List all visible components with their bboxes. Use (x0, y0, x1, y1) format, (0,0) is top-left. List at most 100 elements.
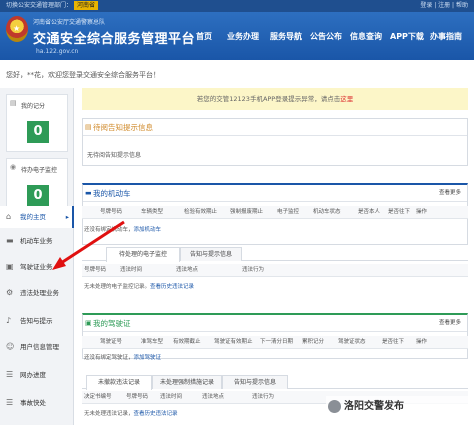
sidebar-item-label: 违法处理业务 (20, 289, 59, 297)
site-url: ha.122.gov.cn (36, 48, 79, 55)
column-header: 是否本人 (358, 209, 381, 215)
vehicle-empty-text: 还没有绑定机动车， (84, 227, 134, 233)
sidebar-item-accident[interactable]: ☰ 事故快处 (0, 392, 73, 414)
license-header: ▣ 我的驾驶证 查看更多 (83, 315, 467, 332)
sidebar-item-label: 驾驶证业务 (20, 263, 53, 271)
pending-header: ▤ 待阅告知提示信息 (83, 119, 467, 136)
nav-query[interactable]: 信息查询 (350, 31, 382, 42)
nav-guide[interactable]: 服务导航 (270, 31, 302, 42)
tab-unpaid[interactable]: 未撤款违法记录 (86, 375, 152, 390)
sidebar-item-user[interactable]: ☺ 用户信息管理 (0, 336, 73, 358)
column-header: 车辆类型 (141, 209, 164, 215)
top-strip: 切换公安交通管理部门： 河南省 登录 | 注册 | 帮助 (0, 0, 474, 12)
sidebar-item-progress[interactable]: ☰ 网办进度 (0, 364, 73, 386)
account-links[interactable]: 登录 | 注册 | 帮助 (420, 0, 468, 12)
vehicle-empty: 还没有绑定机动车，添加机动车 (84, 224, 161, 237)
nav-notice[interactable]: 公告公布 (310, 31, 342, 42)
column-header: 操作 (416, 339, 428, 345)
violation-history-link[interactable]: 查看历史违法记录 (134, 411, 178, 417)
vehicle-title: 我的机动车 (93, 189, 131, 198)
column-header: 违法时间 (160, 394, 183, 400)
sidebar-item-label: 我的主页 (20, 213, 46, 221)
tab-monitor[interactable]: 待处理的电子监控 (106, 247, 180, 262)
region-label: 切换公安交通管理部门： (6, 2, 73, 9)
wechat-icon (328, 400, 341, 413)
license-tabs: 未撤款违法记录 未处理强制措施记录 告知与提示信息 (82, 375, 468, 390)
car-icon: ▬ (85, 189, 92, 197)
monitor-empty-row: 无未处理的电子监控记录。查看历史违法记录 (82, 281, 468, 293)
nav-business[interactable]: 业务办理 (227, 31, 259, 42)
tab-vehicle-notice[interactable]: 告知与提示信息 (180, 247, 242, 261)
camera-value: 0 (27, 185, 49, 207)
sidebar-item-label: 用户信息管理 (20, 343, 59, 351)
pending-title: 待阅告知提示信息 (93, 123, 153, 132)
column-header: 违法行为 (252, 394, 275, 400)
column-header: 驾驶证有效期止 (214, 339, 253, 345)
violation-empty: 无未处理违法记录，查看历史违法记录 (84, 408, 178, 421)
user-icon: ☺ (6, 342, 15, 351)
monitor-empty: 无未处理的电子监控记录。查看历史违法记录 (84, 281, 194, 294)
license-icon: ▣ (85, 319, 92, 327)
license-more-link[interactable]: 查看更多 (439, 315, 461, 332)
nav-app[interactable]: APP下载 (390, 31, 424, 42)
sidebar-item-vehicle[interactable]: ▬ 机动车业务 (0, 230, 73, 252)
camera-label: 待办电子监控 (21, 167, 58, 174)
watermark-text: 洛阳交警发布 (344, 401, 404, 412)
site-header: ★ 河南省公安厅交通警察总队 交通安全综合服务管理平台 ha.122.gov.c… (0, 12, 474, 60)
score-label: 我的记分 (21, 103, 46, 110)
column-header: 驾驶证状态 (338, 339, 366, 345)
tab-measures[interactable]: 未处理强制措施记录 (152, 375, 222, 389)
sidebar-item-violation[interactable]: ⚙ 违法处理业务 (0, 282, 73, 304)
score-icon: ▤ (10, 99, 17, 107)
column-header: 强制报废期止 (230, 209, 264, 215)
vehicle-empty-row: 还没有绑定机动车，添加机动车 (82, 224, 468, 236)
column-header: 号牌号码 (84, 267, 107, 273)
add-license-link[interactable]: 添加驾驶证 (134, 355, 162, 361)
nav-handbook[interactable]: 办事指南 (430, 31, 462, 42)
clipboard-icon: ▤ (85, 123, 92, 131)
notice-link[interactable]: 这里 (340, 95, 353, 103)
sidebar-item-license[interactable]: ▣ 驾驶证业务 (0, 256, 73, 278)
license-table-header: 驾驶证号 准驾车型 有效期截止 驾驶证有效期止 下一清分日期 累积记分 驾驶证状… (82, 336, 468, 349)
license-icon: ▣ (6, 262, 14, 271)
watermark: 洛阳交警发布 (326, 396, 472, 418)
home-icon: ⌂ (6, 212, 12, 221)
column-header: 决定书编号 (84, 394, 112, 400)
score-card[interactable]: ▤ 我的记分 0 (6, 94, 68, 152)
column-header: 准驾车型 (141, 339, 164, 345)
sidebar-item-label: 事故快处 (20, 399, 46, 407)
sidebar-item-home[interactable]: ⌂ 我的主页 ▸ (0, 206, 74, 228)
pending-empty: 无待阅告知提示信息 (87, 152, 142, 159)
notice-text: 若您的交管12123手机APP登录提示异常，请点击 (196, 95, 341, 103)
column-header: 有效期截止 (173, 339, 201, 345)
license-title: 我的驾驶证 (93, 319, 131, 328)
gear-icon: ⚙ (6, 288, 14, 297)
column-header: 下一清分日期 (260, 339, 294, 345)
vehicle-table-header: 号牌号码 车辆类型 检验有效期止 强制报废期止 电子监控 机动车状态 是否本人 … (82, 206, 468, 219)
vehicle-header: ▬ 我的机动车 查看更多 (83, 185, 467, 202)
tab-license-notice[interactable]: 告知与提示信息 (222, 375, 288, 389)
site-subtitle: 河南省公安厅交通警察总队 (33, 19, 106, 26)
violation-empty-text: 无未处理违法记录， (84, 411, 134, 417)
column-header: 号牌号码 (126, 394, 149, 400)
add-vehicle-link[interactable]: 添加机动车 (134, 227, 162, 233)
column-header: 号牌号码 (100, 209, 123, 215)
province-badge[interactable]: 河南省 (73, 1, 98, 10)
list-icon: ☰ (6, 398, 14, 407)
nav-home[interactable]: 首页 (196, 31, 212, 42)
sidebar-item-label: 网办进度 (20, 371, 46, 379)
vehicle-tabs: 待处理的电子监控 告知与提示信息 (82, 247, 468, 262)
sidebar: ▤ 我的记分 0 ◉ 待办电子监控 0 ⌂ 我的主页 ▸ ▬ 机动车业务 ▣ 驾… (0, 88, 74, 425)
column-header: 电子监控 (277, 209, 300, 215)
score-value: 0 (27, 121, 49, 143)
car-icon: ▬ (6, 236, 14, 245)
vehicle-more-link[interactable]: 查看更多 (439, 185, 461, 202)
sidebar-item-notify[interactable]: ♪ 告知与提示 (0, 310, 73, 332)
chevron-right-icon: ▸ (65, 213, 69, 221)
region-switcher[interactable]: 切换公安交通管理部门： 河南省 (6, 0, 98, 12)
column-header: 是否往下 (382, 339, 405, 345)
welcome-text: 您好，**花，欢迎您登录交通安全综合服务平台！ (6, 71, 160, 79)
column-header: 违法地点 (176, 267, 199, 273)
monitor-history-link[interactable]: 查看历史违法记录 (150, 284, 194, 290)
license-empty: 还没有绑定驾驶证，添加驾驶证 (84, 352, 161, 365)
